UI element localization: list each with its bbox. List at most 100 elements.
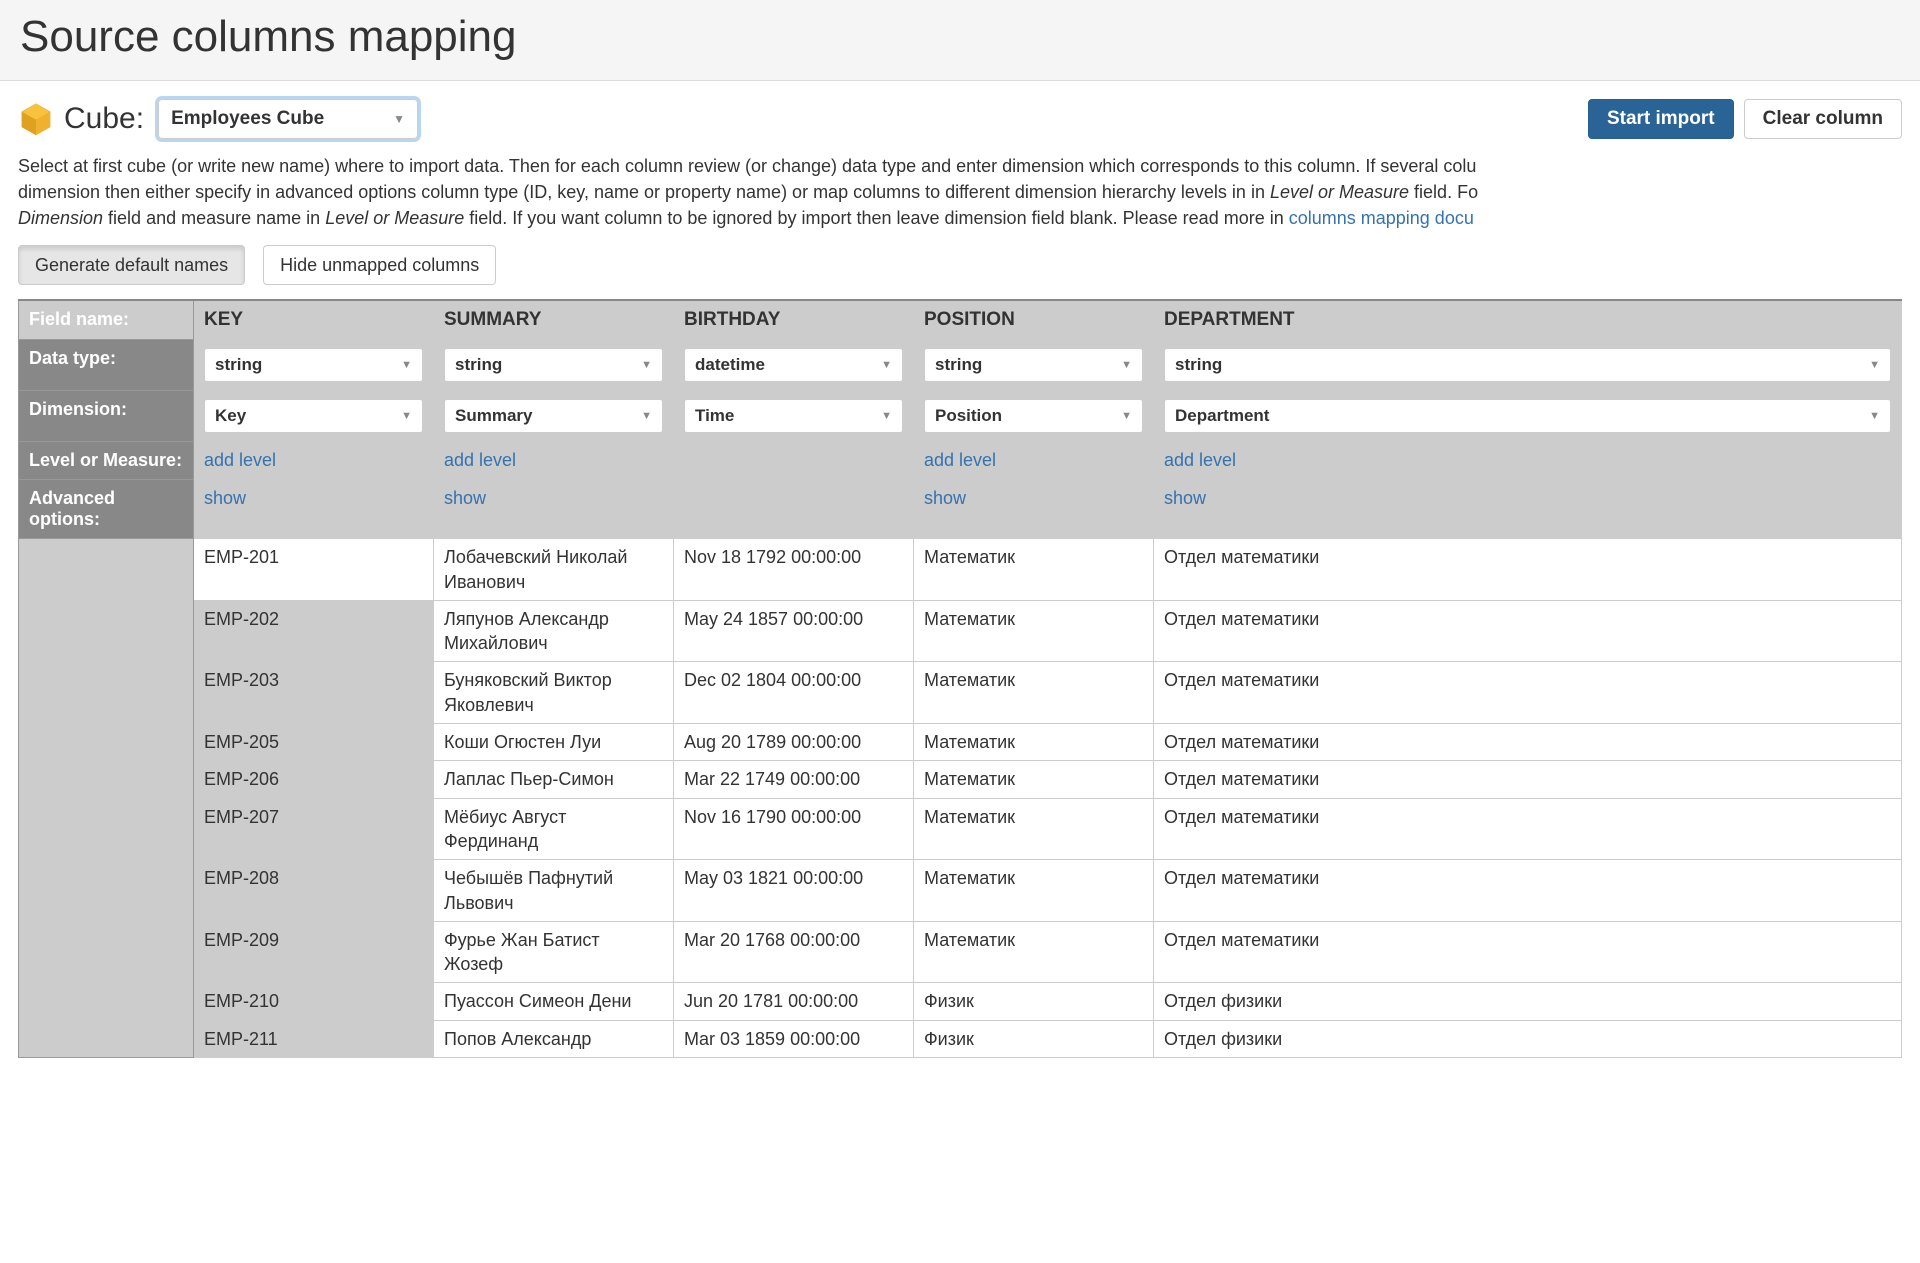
level-cell: add level [434,442,674,480]
field-name-cell: KEY [194,300,434,340]
dimension-cell: Department▼ [1154,391,1902,442]
cell-department: Отдел математики [1154,921,1902,983]
advanced-cell: show [1154,480,1902,539]
advanced-cell [674,480,914,539]
table-row: EMP-210Пуассон Симеон ДениJun 20 1781 00… [19,983,1902,1020]
docs-link[interactable]: columns mapping docu [1289,208,1474,228]
cell-birthday: Nov 16 1790 00:00:00 [674,798,914,860]
cell-key: EMP-206 [194,761,434,798]
cell-position: Математик [914,761,1154,798]
datatype-select[interactable]: string▼ [924,348,1143,382]
label-field-name: Field name: [19,300,194,340]
add-level-link[interactable]: add level [924,450,996,470]
cell-key: EMP-201 [194,539,434,601]
datatype-cell: string▼ [1154,340,1902,391]
cell-birthday: May 03 1821 00:00:00 [674,860,914,922]
advanced-cell: show [194,480,434,539]
cell-position: Математик [914,600,1154,662]
cell-birthday: May 24 1857 00:00:00 [674,600,914,662]
cell-department: Отдел математики [1154,761,1902,798]
cell-summary: Чебышёв Пафнутий Львович [434,860,674,922]
cell-position: Математик [914,798,1154,860]
cube-select-value: Employees Cube [171,108,324,130]
level-cell: add level [1154,442,1902,480]
level-cell [674,442,914,480]
chevron-down-icon: ▼ [1121,410,1132,422]
dimension-select[interactable]: Position▼ [924,399,1143,433]
table-row: EMP-209Фурье Жан Батист ЖозефMar 20 1768… [19,921,1902,983]
show-link[interactable]: show [204,488,246,508]
label-level: Level or Measure: [19,442,194,480]
cell-birthday: Jun 20 1781 00:00:00 [674,983,914,1020]
cell-position: Физик [914,983,1154,1020]
datatype-select[interactable]: string▼ [1164,348,1891,382]
field-name-cell: POSITION [914,300,1154,340]
clear-column-button[interactable]: Clear column [1744,99,1902,139]
generate-default-names-button[interactable]: Generate default names [18,245,245,285]
datatype-select[interactable]: datetime▼ [684,348,903,382]
datatype-select[interactable]: string▼ [204,348,423,382]
cell-position: Математик [914,662,1154,724]
cell-summary: Фурье Жан Батист Жозеф [434,921,674,983]
cell-department: Отдел физики [1154,1020,1902,1057]
chevron-down-icon: ▼ [881,410,892,422]
cell-summary: Пуассон Симеон Дени [434,983,674,1020]
chevron-down-icon: ▼ [393,112,405,126]
cell-key: EMP-208 [194,860,434,922]
cell-birthday: Aug 20 1789 00:00:00 [674,724,914,761]
label-dimension: Dimension: [19,391,194,442]
add-level-link[interactable]: add level [1164,450,1236,470]
cell-summary: Мёбиус Август Фердинанд [434,798,674,860]
field-name: SUMMARY [444,309,541,330]
table-row: EMP-206Лаплас Пьер-СимонMar 22 1749 00:0… [19,761,1902,798]
help-text: Select at first cube (or write new name)… [18,153,1902,231]
dimension-select[interactable]: Summary▼ [444,399,663,433]
data-label-cell [19,539,194,1058]
show-link[interactable]: show [924,488,966,508]
table-row: EMP-208Чебышёв Пафнутий ЛьвовичMay 03 18… [19,860,1902,922]
dimension-select[interactable]: Time▼ [684,399,903,433]
table-row: EMP-207Мёбиус Август ФердинандNov 16 179… [19,798,1902,860]
dimension-cell: Summary▼ [434,391,674,442]
cell-department: Отдел математики [1154,798,1902,860]
start-import-button[interactable]: Start import [1588,99,1734,139]
label-advanced: Advanced options: [19,480,194,539]
datatype-cell: string▼ [434,340,674,391]
dimension-select[interactable]: Key▼ [204,399,423,433]
cube-select[interactable]: Employees Cube ▼ [158,99,418,139]
field-name-cell: DEPARTMENT [1154,300,1902,340]
cell-department: Отдел математики [1154,539,1902,601]
page-header: Source columns mapping [0,0,1920,81]
chevron-down-icon: ▼ [641,410,652,422]
dimension-select[interactable]: Department▼ [1164,399,1891,433]
cell-department: Отдел математики [1154,724,1902,761]
top-row: Cube: Employees Cube ▼ Start import Clea… [18,99,1902,139]
table-row: EMP-202Ляпунов Александр МихайловичMay 2… [19,600,1902,662]
cell-birthday: Mar 22 1749 00:00:00 [674,761,914,798]
cell-summary: Лаплас Пьер-Симон [434,761,674,798]
field-name: KEY [204,309,243,330]
datatype-select[interactable]: string▼ [444,348,663,382]
level-cell: add level [914,442,1154,480]
field-name: BIRTHDAY [684,309,780,330]
page-title: Source columns mapping [20,12,1900,62]
chevron-down-icon: ▼ [401,410,412,422]
advanced-cell: show [434,480,674,539]
hide-unmapped-columns-button[interactable]: Hide unmapped columns [263,245,496,285]
advanced-cell: show [914,480,1154,539]
cell-key: EMP-210 [194,983,434,1020]
chevron-down-icon: ▼ [881,359,892,371]
table-row: EMP-205Коши Огюстен ЛуиAug 20 1789 00:00… [19,724,1902,761]
cell-key: EMP-207 [194,798,434,860]
show-link[interactable]: show [1164,488,1206,508]
cell-summary: Попов Александр [434,1020,674,1057]
cell-department: Отдел математики [1154,860,1902,922]
table-row: EMP-203Буняковский Виктор ЯковлевичDec 0… [19,662,1902,724]
datatype-cell: datetime▼ [674,340,914,391]
add-level-link[interactable]: add level [444,450,516,470]
show-link[interactable]: show [444,488,486,508]
chevron-down-icon: ▼ [401,359,412,371]
add-level-link[interactable]: add level [204,450,276,470]
chevron-down-icon: ▼ [1121,359,1132,371]
cell-birthday: Mar 20 1768 00:00:00 [674,921,914,983]
